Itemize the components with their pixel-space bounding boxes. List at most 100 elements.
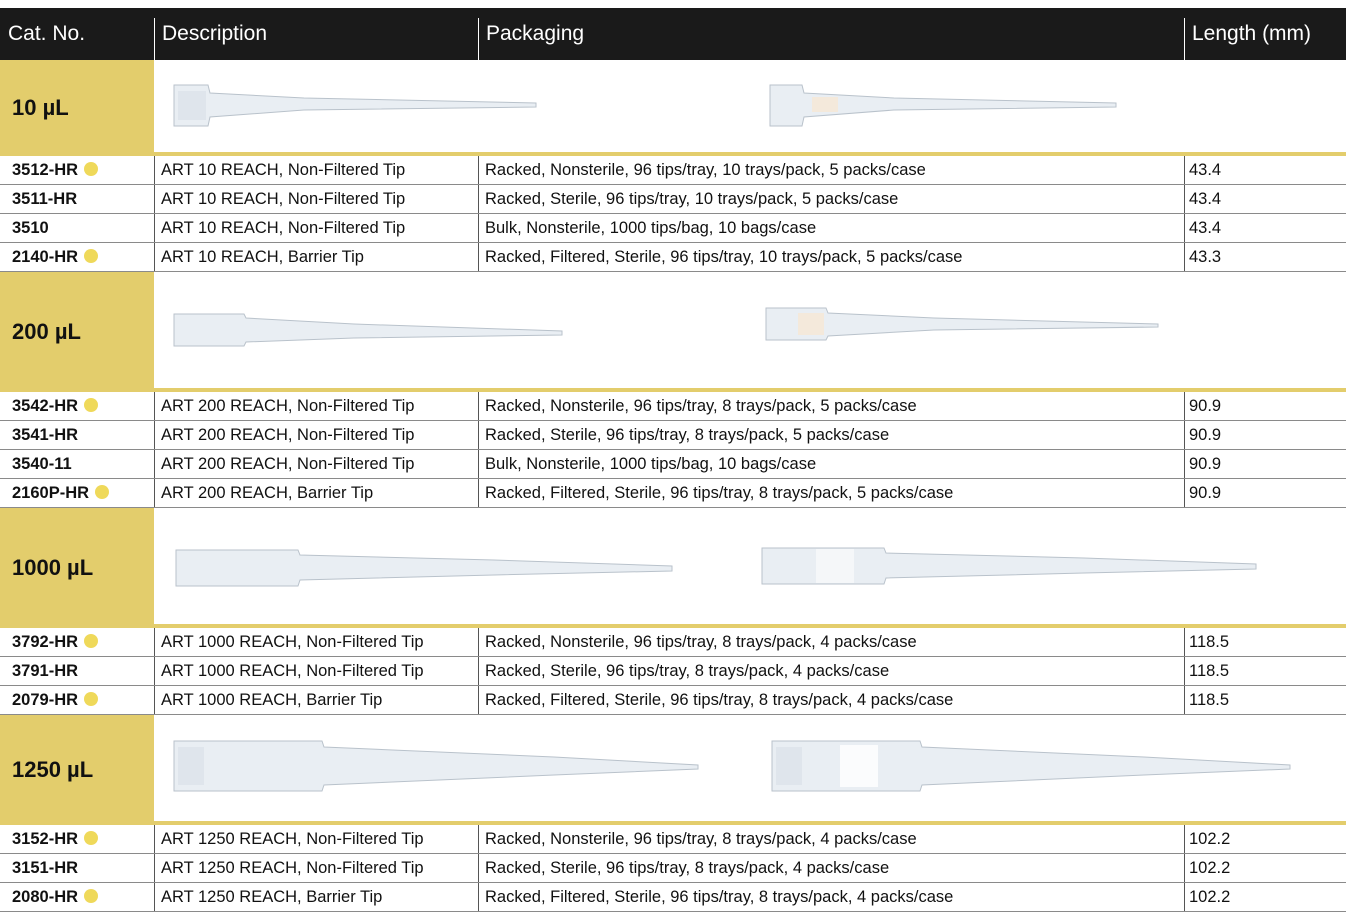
table-row: 3152-HR ART 1250 REACH, Non-Filtered Tip… [0,825,1346,854]
barrier-tip-image [769,84,1117,127]
packaging-cell: Racked, Filtered, Sterile, 96 tips/tray,… [478,479,1184,507]
packaging-cell: Bulk, Nonsterile, 1000 tips/bag, 10 bags… [478,214,1184,242]
tip-images [173,84,1117,127]
cat-no: 3511-HR [12,190,78,208]
length-cell: 118.5 [1184,686,1346,714]
stock-dot-icon [84,889,99,903]
cat-no: 2080-HR [12,888,79,906]
cat-no-cell: 2080-HR [0,883,154,911]
tip-images [173,307,1159,347]
cat-no-cell: 3792-HR [0,628,154,656]
section-band-1000ul: 1000 µL [0,508,1346,628]
table-row: 3542-HR ART 200 REACH, Non-Filtered Tip … [0,392,1346,421]
cat-no-cell: 3542-HR [0,392,154,420]
length-cell: 102.2 [1184,854,1346,882]
cat-no: 3510 [12,219,49,237]
table-row: 3540-11 ART 200 REACH, Non-Filtered Tip … [0,450,1346,479]
volume-label: 200 µL [0,272,154,392]
stock-dot-icon [95,485,110,499]
length-cell: 43.4 [1184,214,1346,242]
volume-label: 1000 µL [0,508,154,628]
description-cell: ART 1250 REACH, Non-Filtered Tip [154,825,478,853]
packaging-cell: Racked, Sterile, 96 tips/tray, 10 trays/… [478,185,1184,213]
table-row: 3511-HR ART 10 REACH, Non-Filtered Tip R… [0,185,1346,214]
table-row: 3512-HR ART 10 REACH, Non-Filtered Tip R… [0,156,1346,185]
header-packaging: Packaging [486,22,585,45]
table-header: Cat. No. Description Packaging Length (m… [0,8,1346,60]
packaging-cell: Racked, Nonsterile, 96 tips/tray, 8 tray… [478,825,1184,853]
description-cell: ART 200 REACH, Non-Filtered Tip [154,450,478,478]
cat-no-cell: 2079-HR [0,686,154,714]
barrier-tip-image [771,740,1291,792]
length-cell: 43.3 [1184,243,1346,271]
description-cell: ART 1000 REACH, Non-Filtered Tip [154,657,478,685]
cat-no: 3542-HR [12,397,79,415]
pipette-tip-image [173,84,537,127]
table-row: 3541-HR ART 200 REACH, Non-Filtered Tip … [0,421,1346,450]
packaging-cell: Racked, Filtered, Sterile, 96 tips/tray,… [478,686,1184,714]
section-band-1250ul: 1250 µL [0,715,1346,825]
cat-no: 3512-HR [12,161,79,179]
pipette-tip-image [173,313,563,347]
description-cell: ART 10 REACH, Non-Filtered Tip [154,185,478,213]
cat-no-cell: 3152-HR [0,825,154,853]
table-row: 3792-HR ART 1000 REACH, Non-Filtered Tip… [0,628,1346,657]
stock-dot-icon [84,398,99,412]
description-cell: ART 1250 REACH, Non-Filtered Tip [154,854,478,882]
pipette-tip-image [175,549,673,587]
length-cell: 90.9 [1184,392,1346,420]
tip-images [175,547,1257,587]
packaging-cell: Racked, Nonsterile, 96 tips/tray, 8 tray… [478,392,1184,420]
description-cell: ART 200 REACH, Barrier Tip [154,479,478,507]
packaging-cell: Racked, Sterile, 96 tips/tray, 8 trays/p… [478,657,1184,685]
tip-images [173,740,1291,792]
table-row: 3510 ART 10 REACH, Non-Filtered Tip Bulk… [0,214,1346,243]
cat-no: 3151-HR [12,859,79,877]
section-band-200ul: 200 µL [0,272,1346,392]
packaging-cell: Racked, Nonsterile, 96 tips/tray, 8 tray… [478,628,1184,656]
table-row: 2140-HR ART 10 REACH, Barrier Tip Racked… [0,243,1346,272]
cat-no-cell: 2160P-HR [0,479,154,507]
description-cell: ART 10 REACH, Barrier Tip [154,243,478,271]
cat-no: 3152-HR [12,830,79,848]
length-cell: 90.9 [1184,479,1346,507]
table-row: 2160P-HR ART 200 REACH, Barrier Tip Rack… [0,479,1346,508]
length-cell: 102.2 [1184,825,1346,853]
length-cell: 118.5 [1184,628,1346,656]
table-row: 2079-HR ART 1000 REACH, Barrier Tip Rack… [0,686,1346,715]
length-cell: 43.4 [1184,185,1346,213]
stock-dot-icon [84,692,99,706]
cat-no: 2160P-HR [12,484,90,502]
packaging-cell: Racked, Sterile, 96 tips/tray, 8 trays/p… [478,854,1184,882]
cat-no-cell: 3151-HR [0,854,154,882]
table-row: 2080-HR ART 1250 REACH, Barrier Tip Rack… [0,883,1346,912]
description-cell: ART 1000 REACH, Non-Filtered Tip [154,628,478,656]
description-cell: ART 1000 REACH, Barrier Tip [154,686,478,714]
cat-no-cell: 3791-HR [0,657,154,685]
cat-no-cell: 3541-HR [0,421,154,449]
volume-label: 10 µL [0,60,154,156]
length-cell: 102.2 [1184,883,1346,911]
packaging-cell: Racked, Filtered, Sterile, 96 tips/tray,… [478,883,1184,911]
cat-no: 3791-HR [12,662,79,680]
section-band-10ul: 10 µL [0,60,1346,156]
cat-no: 3540-11 [12,455,72,473]
stock-dot-icon [84,831,99,845]
stock-dot-icon [84,634,99,648]
stock-dot-icon [84,249,99,263]
length-cell: 118.5 [1184,657,1346,685]
description-cell: ART 10 REACH, Non-Filtered Tip [154,214,478,242]
cat-no-cell: 3511-HR [0,185,154,213]
description-cell: ART 1250 REACH, Barrier Tip [154,883,478,911]
packaging-cell: Racked, Sterile, 96 tips/tray, 8 trays/p… [478,421,1184,449]
packaging-cell: Racked, Nonsterile, 96 tips/tray, 10 tra… [478,156,1184,184]
cat-no-cell: 3512-HR [0,156,154,184]
stock-dot-icon [84,162,99,176]
cat-no-cell: 2140-HR [0,243,154,271]
volume-label: 1250 µL [0,715,154,825]
header-cat-no: Cat. No. [8,22,86,45]
header-length: Length (mm) [1192,22,1312,45]
length-cell: 90.9 [1184,421,1346,449]
cat-no-cell: 3540-11 [0,450,154,478]
cat-no: 2140-HR [12,248,79,266]
